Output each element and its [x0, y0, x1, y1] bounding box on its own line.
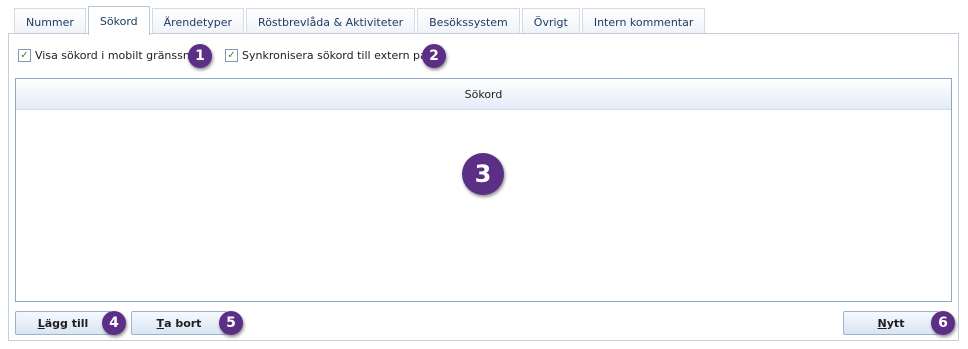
new-button-mnemonic: N [877, 316, 887, 330]
tab-besokssystem[interactable]: Besökssystem [417, 8, 520, 35]
callout-badge-3: 3 [462, 153, 504, 195]
tab-nummer[interactable]: Nummer [14, 8, 86, 35]
callout-badge-6: 6 [931, 311, 955, 335]
add-button-mnemonic: L [37, 316, 45, 330]
add-button[interactable]: Lägg till [15, 311, 111, 335]
tab-strip: Nummer Sökord Ärendetyper Röstbrevlåda &… [14, 6, 707, 35]
remove-button-mnemonic: T [156, 316, 165, 330]
sync-external-checkbox[interactable]: ✓ [225, 49, 238, 62]
show-mobile-option[interactable]: ✓ Visa sökord i mobilt gränssnitt [18, 49, 202, 62]
callout-badge-4: 4 [102, 311, 126, 335]
remove-button-label: a bort [164, 316, 202, 330]
callout-badge-1: 1 [188, 44, 212, 68]
remove-button[interactable]: Ta bort [131, 311, 227, 335]
show-mobile-label: Visa sökord i mobilt gränssnitt [35, 49, 202, 62]
tab-rostbrevlada-aktiviteter[interactable]: Röstbrevlåda & Aktiviteter [246, 8, 416, 35]
new-button-label: ytt [886, 316, 905, 330]
show-mobile-checkbox[interactable]: ✓ [18, 49, 31, 62]
sync-external-option[interactable]: ✓ Synkronisera sökord till extern part [225, 49, 436, 62]
tab-intern-kommentar[interactable]: Intern kommentar [581, 8, 706, 35]
add-button-label: ägg till [44, 316, 89, 330]
callout-badge-2: 2 [422, 44, 446, 68]
new-button[interactable]: Nytt [843, 311, 939, 335]
sync-external-label: Synkronisera sökord till extern part [242, 49, 436, 62]
tab-sokord[interactable]: Sökord [87, 6, 150, 35]
keyword-column-header[interactable]: Sökord [16, 79, 951, 110]
tab-arendetyper[interactable]: Ärendetyper [151, 8, 245, 35]
callout-badge-5: 5 [219, 311, 243, 335]
tab-ovrigt[interactable]: Övrigt [521, 8, 580, 35]
